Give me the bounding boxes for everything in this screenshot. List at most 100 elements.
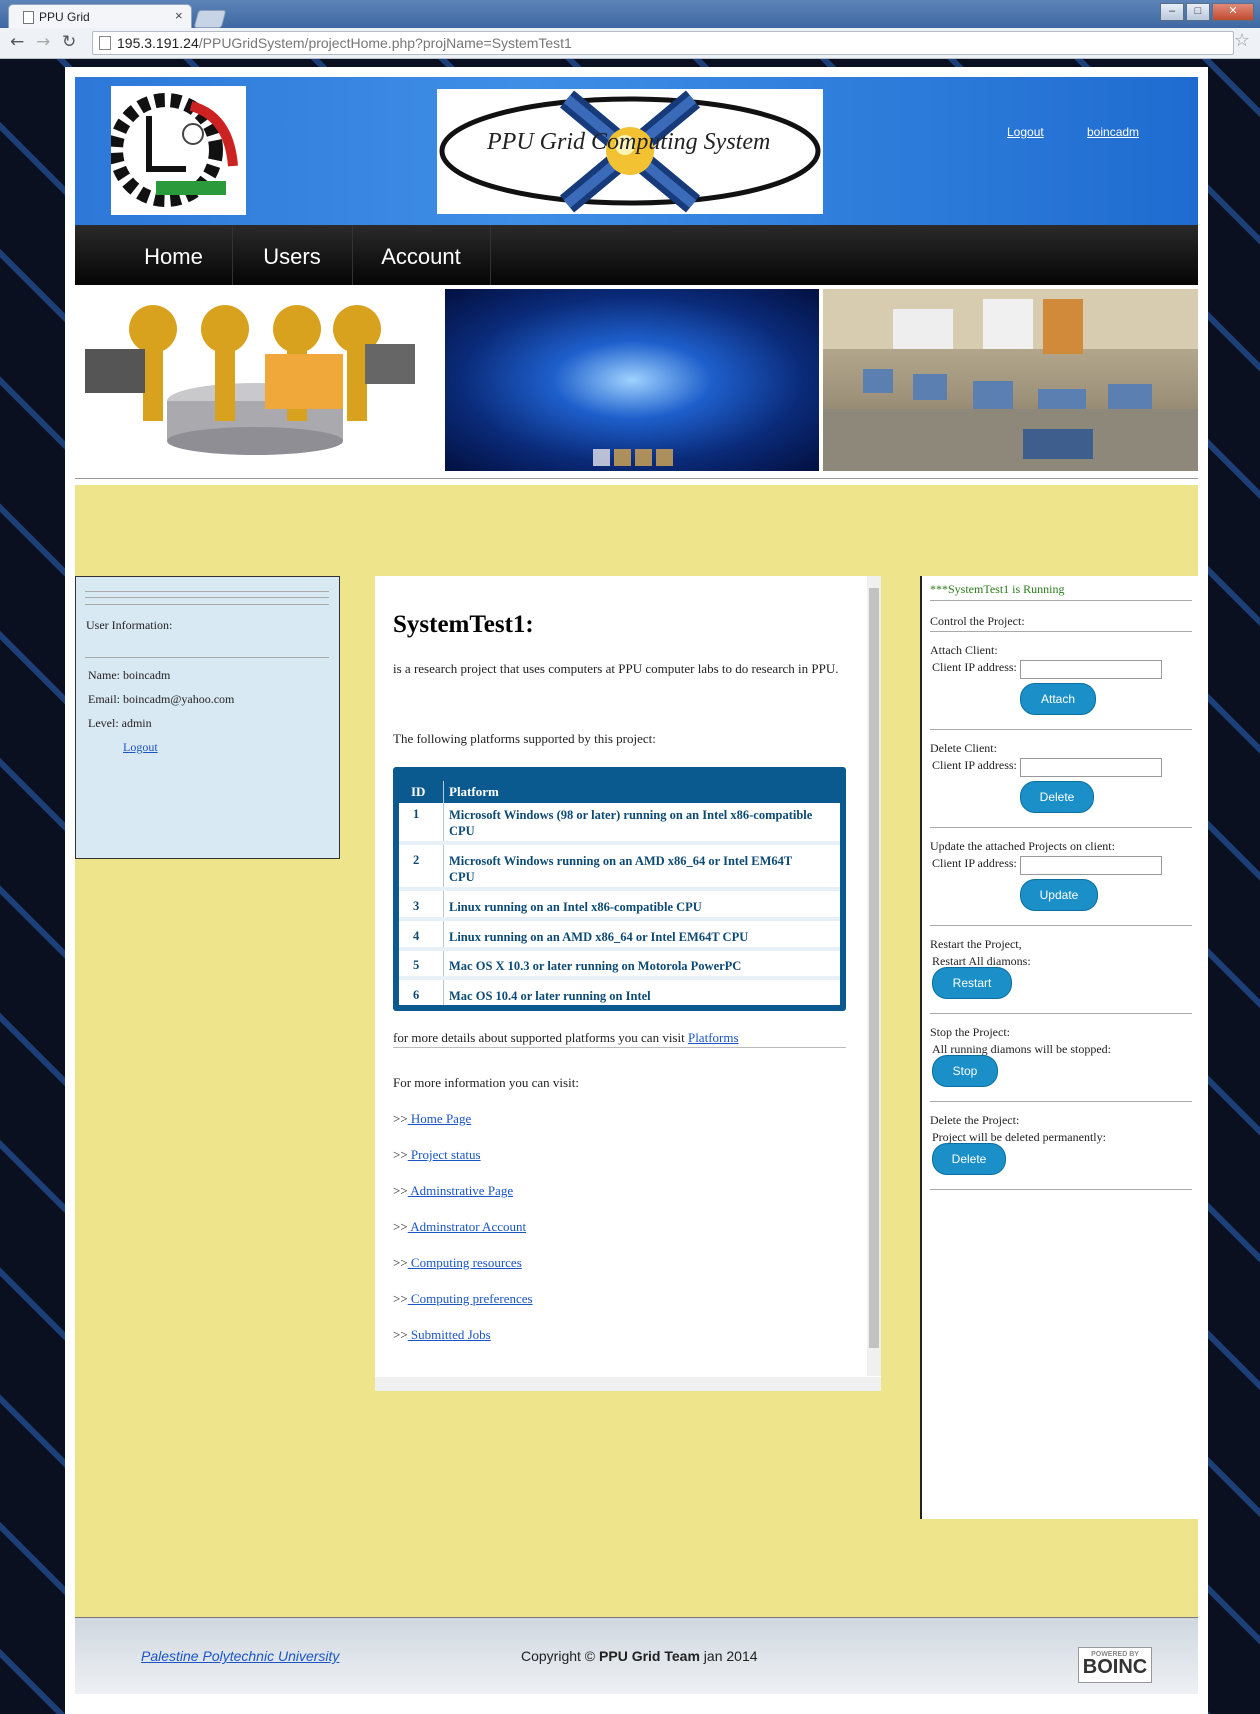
delete-ip-input[interactable] (1020, 758, 1162, 777)
adminstrative-page-link[interactable]: Adminstrative Page (408, 1183, 513, 1198)
computing-resources-link[interactable]: Computing resources (408, 1255, 522, 1270)
link-prefix: >> (393, 1327, 408, 1342)
tab-title: PPU Grid (39, 10, 90, 24)
delete-client-button[interactable]: Delete (1020, 781, 1094, 813)
more-details-label: for more details about supported platfor… (393, 1030, 685, 1045)
control-panel: ***SystemTest1 is Running Control the Pr… (920, 576, 1200, 1519)
divider (85, 591, 329, 592)
user-logout-link[interactable]: Logout (123, 740, 158, 754)
new-tab-button[interactable] (193, 10, 227, 28)
update-ip-input[interactable] (1020, 856, 1162, 875)
logo-text: PPU Grid Computing System (487, 129, 771, 155)
attach-ip-label: Client IP address: (932, 660, 1017, 674)
menu-item-home[interactable]: Home (115, 225, 233, 285)
computing-preferences-link[interactable]: Computing preferences (408, 1291, 533, 1306)
link-row: >> Computing resources (393, 1255, 522, 1271)
divider (930, 729, 1192, 730)
platform-id: 2 (413, 853, 420, 867)
star-icon[interactable]: ☆ (1234, 30, 1250, 51)
user-email: Email: boincadm@yahoo.com (88, 692, 235, 706)
divider (930, 1013, 1192, 1014)
maximize-icon[interactable]: □ (1186, 3, 1210, 21)
close-window-icon[interactable]: ✕ (1212, 3, 1254, 21)
page-icon (99, 36, 111, 50)
delete-client-title: Delete Client: (930, 741, 997, 755)
menu-item-users[interactable]: Users (232, 225, 353, 285)
slider-dots (593, 449, 673, 466)
divider (930, 1189, 1192, 1190)
submitted-jobs-link[interactable]: Submitted Jobs (408, 1327, 491, 1342)
attach-ip-input[interactable] (1020, 660, 1162, 679)
divider (930, 600, 1192, 601)
slider-dot[interactable] (593, 449, 610, 466)
scrollbar-thumb[interactable] (869, 588, 879, 1348)
user-info-title: User Information: (86, 618, 173, 632)
link-row: >> Computing preferences (393, 1291, 533, 1307)
vertical-scrollbar[interactable] (867, 576, 881, 1376)
slider-dot[interactable] (656, 449, 673, 466)
update-button[interactable]: Update (1020, 879, 1098, 911)
page-icon (23, 11, 34, 24)
browser-toolbar: ← → ↻ 195.3.191.24/PPUGridSystem/project… (0, 28, 1260, 59)
project-panel: SystemTest1: is a research project that … (375, 576, 881, 1391)
header-logout-link[interactable]: Logout (1007, 125, 1044, 139)
url-host: 195.3.191.24 (117, 35, 199, 51)
boinc-logo[interactable]: POWERED BY BOINC (1078, 1647, 1152, 1683)
table-row: 1 Microsoft Windows (98 or later) runnin… (399, 803, 840, 845)
link-prefix: >> (393, 1147, 408, 1162)
url-path: /PPUGridSystem/projectHome.php?projName=… (198, 35, 572, 51)
update-ip-label: Client IP address: (932, 856, 1017, 870)
site-header: PPU Grid Computing System Logout boincad… (75, 77, 1198, 225)
stop-button[interactable]: Stop (932, 1055, 998, 1087)
slider-dot[interactable] (635, 449, 652, 466)
university-link[interactable]: Palestine Polytechnic University (141, 1648, 339, 1664)
horizontal-scrollbar[interactable] (375, 1377, 881, 1391)
project-description: is a research project that uses computer… (393, 661, 839, 676)
banner-image-computer-lab (823, 289, 1198, 471)
reload-icon[interactable]: ↻ (62, 32, 76, 52)
platforms-intro: The following platforms supported by thi… (393, 731, 656, 746)
restart-title: Restart the Project, (930, 937, 1022, 951)
browser-tab[interactable]: PPU Grid × (8, 4, 192, 29)
table-row: 6 Mac OS 10.4 or later running on Intel (399, 984, 840, 1005)
forward-icon[interactable]: → (36, 32, 50, 52)
divider (75, 478, 1198, 479)
slider-dot[interactable] (614, 449, 631, 466)
tab-close-icon[interactable]: × (175, 8, 183, 23)
copyright-prefix: Copyright © (521, 1648, 600, 1664)
main-menu: Home Users Account (75, 225, 1198, 285)
attach-button[interactable]: Attach (1020, 683, 1096, 715)
platforms-table: ID Platform 1 Microsoft Windows (98 or l… (393, 767, 846, 1011)
restart-button[interactable]: Restart (932, 967, 1012, 999)
divider (930, 631, 1192, 632)
platform-name: Mac OS X 10.3 or later running on Motoro… (449, 959, 742, 973)
delete-ip-label: Client IP address: (932, 758, 1017, 772)
delete-project-button[interactable]: Delete (932, 1143, 1006, 1175)
divider (930, 827, 1192, 828)
platforms-link[interactable]: Platforms (688, 1030, 739, 1045)
update-title: Update the attached Projects on client: (930, 839, 1115, 853)
platform-name: Linux running on an Intel x86-compatible… (449, 900, 702, 914)
back-icon[interactable]: ← (10, 32, 24, 52)
home-page-link[interactable]: Home Page (408, 1111, 471, 1126)
university-logo (109, 86, 246, 215)
header-username-link[interactable]: boincadm (1087, 125, 1139, 139)
more-info-text: For more information you can visit: (393, 1075, 579, 1090)
adminstrator-account-link[interactable]: Adminstrator Account (408, 1219, 526, 1234)
image-slider (75, 289, 1198, 471)
minimize-icon[interactable]: – (1160, 3, 1184, 21)
stop-title: Stop the Project: (930, 1025, 1010, 1039)
link-prefix: >> (393, 1219, 408, 1234)
link-row: >> Home Page (393, 1111, 471, 1127)
table-row: 2 Microsoft Windows running on an AMD x8… (399, 849, 840, 891)
delete-project-title: Delete the Project: (930, 1113, 1020, 1127)
menu-item-account[interactable]: Account (352, 225, 491, 285)
divider (930, 1101, 1192, 1102)
address-bar[interactable]: 195.3.191.24/PPUGridSystem/projectHome.p… (92, 31, 1234, 55)
link-prefix: >> (393, 1291, 408, 1306)
project-status-link[interactable]: Project status (408, 1147, 481, 1162)
platform-id: 1 (413, 807, 420, 821)
link-prefix: >> (393, 1183, 408, 1198)
project-title: SystemTest1: (393, 611, 534, 638)
table-row: 3 Linux running on an Intel x86-compatib… (399, 895, 840, 921)
